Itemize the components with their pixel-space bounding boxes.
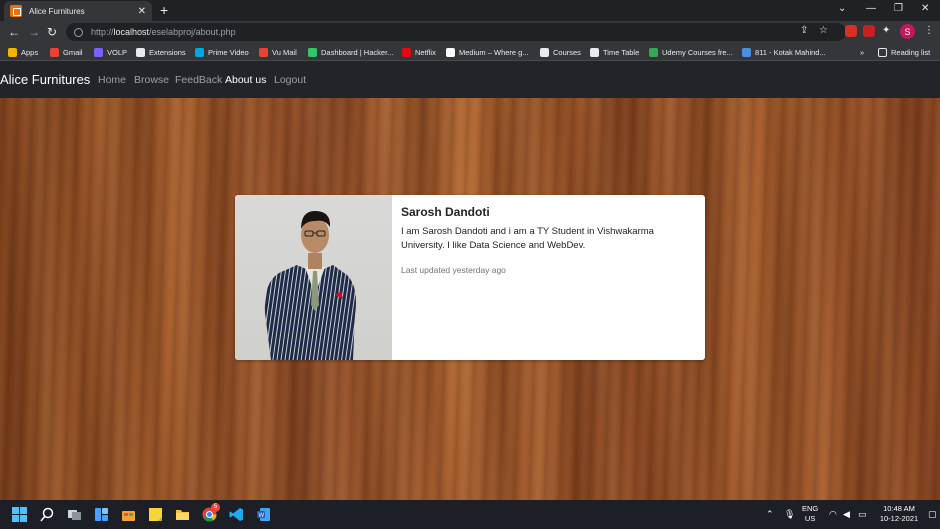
tab-search-chevron-icon[interactable]: ⌄ (838, 3, 846, 15)
profile-name: Sarosh Dandoti (401, 205, 490, 219)
word-icon[interactable]: W (256, 507, 271, 522)
sticky-notes-icon[interactable] (148, 507, 163, 522)
bookmark-apps[interactable]: Apps (8, 45, 38, 59)
bookmarks-overflow-icon[interactable]: » (860, 45, 864, 59)
nav-link-browse[interactable]: Browse (134, 74, 169, 86)
bookmark-star-icon[interactable]: ☆ (819, 25, 828, 37)
nav-link-home[interactable]: Home (98, 74, 126, 86)
system-clock[interactable]: 10:48 AM 10-12-2021 (876, 504, 922, 524)
bookmark-extensions[interactable]: Extensions (136, 45, 186, 59)
window-close-icon[interactable]: ✕ (921, 3, 929, 15)
notifications-icon[interactable]: ▢ (928, 509, 937, 519)
browser-tabstrip: Alice Furnitures ✕ + ⌄ — ❐ ✕ (0, 0, 940, 21)
bookmark-medium[interactable]: Medium – Where g... (446, 45, 529, 59)
reading-list-button[interactable]: Reading list (878, 45, 930, 59)
windows-taskbar: 5 W ⌃ 🎙 ENG US ◠ ◀ ▭ 10:48 AM 10-12-2021… (0, 500, 940, 529)
bookmarks-bar: Apps Gmail VOLP Extensions Prime Video V… (0, 43, 940, 61)
gmail-icon (50, 47, 59, 57)
widgets-icon[interactable] (94, 507, 109, 522)
share-icon[interactable]: ⇪ (800, 25, 808, 37)
extension-shield-icon[interactable] (845, 25, 857, 37)
browser-toolbar: ← → ↻ http://localhost/eselabproj/about.… (0, 21, 940, 43)
bookmark-vu-mail[interactable]: Vu Mail (259, 45, 297, 59)
nav-link-feedback[interactable]: FeedBack (175, 74, 222, 86)
medium-icon (446, 47, 455, 57)
chrome-notification-badge: 5 (211, 503, 220, 512)
profile-photo (235, 195, 392, 360)
nav-link-about-us[interactable]: About us (225, 74, 266, 86)
minimize-icon[interactable]: — (866, 3, 876, 15)
bookmark-kotak[interactable]: 811 - Kotak Mahind... (742, 45, 826, 59)
bookmark-prime-video[interactable]: Prime Video (195, 45, 249, 59)
hackerrank-icon (308, 47, 317, 57)
person-portrait-icon (264, 211, 356, 360)
battery-icon[interactable]: ▭ (858, 509, 867, 519)
search-icon[interactable] (40, 507, 55, 522)
address-bar[interactable]: http://localhost/eselabproj/about.php (66, 23, 846, 41)
globe-icon (590, 47, 599, 57)
bookmark-courses[interactable]: Courses (540, 45, 581, 59)
apps-grid-icon (8, 47, 17, 57)
tab-title: Alice Furnitures (29, 6, 85, 16)
bookmark-gmail[interactable]: Gmail (50, 45, 83, 59)
language-indicator[interactable]: ENG US (802, 504, 818, 524)
store-icon[interactable] (121, 507, 136, 522)
volume-icon[interactable]: ◀ (843, 509, 850, 519)
back-icon[interactable]: ← (8, 25, 20, 39)
volp-icon (94, 47, 103, 57)
bookmark-udemy[interactable]: Udemy Courses fre... (649, 45, 733, 59)
prime-video-icon (195, 47, 204, 57)
url-text: http://localhost/eselabproj/about.php (91, 27, 236, 37)
kotak-icon (742, 47, 751, 57)
profile-card: Sarosh Dandoti I am Sarosh Dandoti and i… (235, 195, 705, 360)
tab-close-icon[interactable]: ✕ (138, 6, 146, 17)
browser-menu-icon[interactable]: ⋮ (924, 25, 934, 37)
forward-icon[interactable]: → (28, 25, 40, 39)
site-info-icon[interactable] (74, 27, 83, 37)
maximize-icon[interactable]: ❐ (894, 3, 903, 15)
netflix-icon (402, 47, 411, 57)
bookmark-netflix[interactable]: Netflix (402, 45, 436, 59)
windows-start-icon[interactable] (12, 507, 27, 522)
globe-icon (540, 47, 549, 57)
profile-avatar[interactable]: S (900, 24, 915, 39)
site-navbar: Alice Furnitures Home Browse FeedBack Ab… (0, 61, 940, 98)
svg-text:W: W (259, 513, 265, 519)
wifi-icon[interactable]: ◠ (829, 509, 837, 519)
udemy-icon (649, 47, 658, 57)
nav-link-logout[interactable]: Logout (274, 74, 306, 86)
brand-logo-text[interactable]: Alice Furnitures (0, 72, 90, 87)
wood-background: Sarosh Dandoti I am Sarosh Dandoti and i… (0, 98, 940, 500)
tray-overflow-chevron-icon[interactable]: ⌃ (766, 509, 774, 519)
bookmark-time-table[interactable]: Time Table (590, 45, 639, 59)
site-favicon-icon (10, 5, 22, 17)
file-explorer-icon[interactable] (175, 507, 190, 522)
profile-card-body: Sarosh Dandoti I am Sarosh Dandoti and i… (401, 205, 696, 275)
microphone-icon[interactable]: 🎙 (784, 509, 795, 519)
extensions-puzzle-icon[interactable]: ✦ (882, 25, 890, 37)
reload-icon[interactable]: ↻ (47, 25, 57, 39)
task-view-icon[interactable] (67, 507, 82, 522)
profile-description: I am Sarosh Dandoti and i am a TY Studen… (401, 226, 654, 251)
browser-tab[interactable]: Alice Furnitures ✕ (4, 1, 152, 21)
reading-list-icon (878, 47, 887, 57)
new-tab-icon[interactable]: + (160, 3, 168, 17)
extension-badge-icon[interactable] (863, 25, 875, 37)
bookmark-volp[interactable]: VOLP (94, 45, 127, 59)
bookmark-hackerrank[interactable]: Dashboard | Hacker... (308, 45, 393, 59)
puzzle-icon (136, 47, 145, 57)
last-updated-text: Last updated yesterday ago (401, 265, 506, 275)
mail-icon (259, 47, 268, 57)
vscode-icon[interactable] (229, 507, 244, 522)
